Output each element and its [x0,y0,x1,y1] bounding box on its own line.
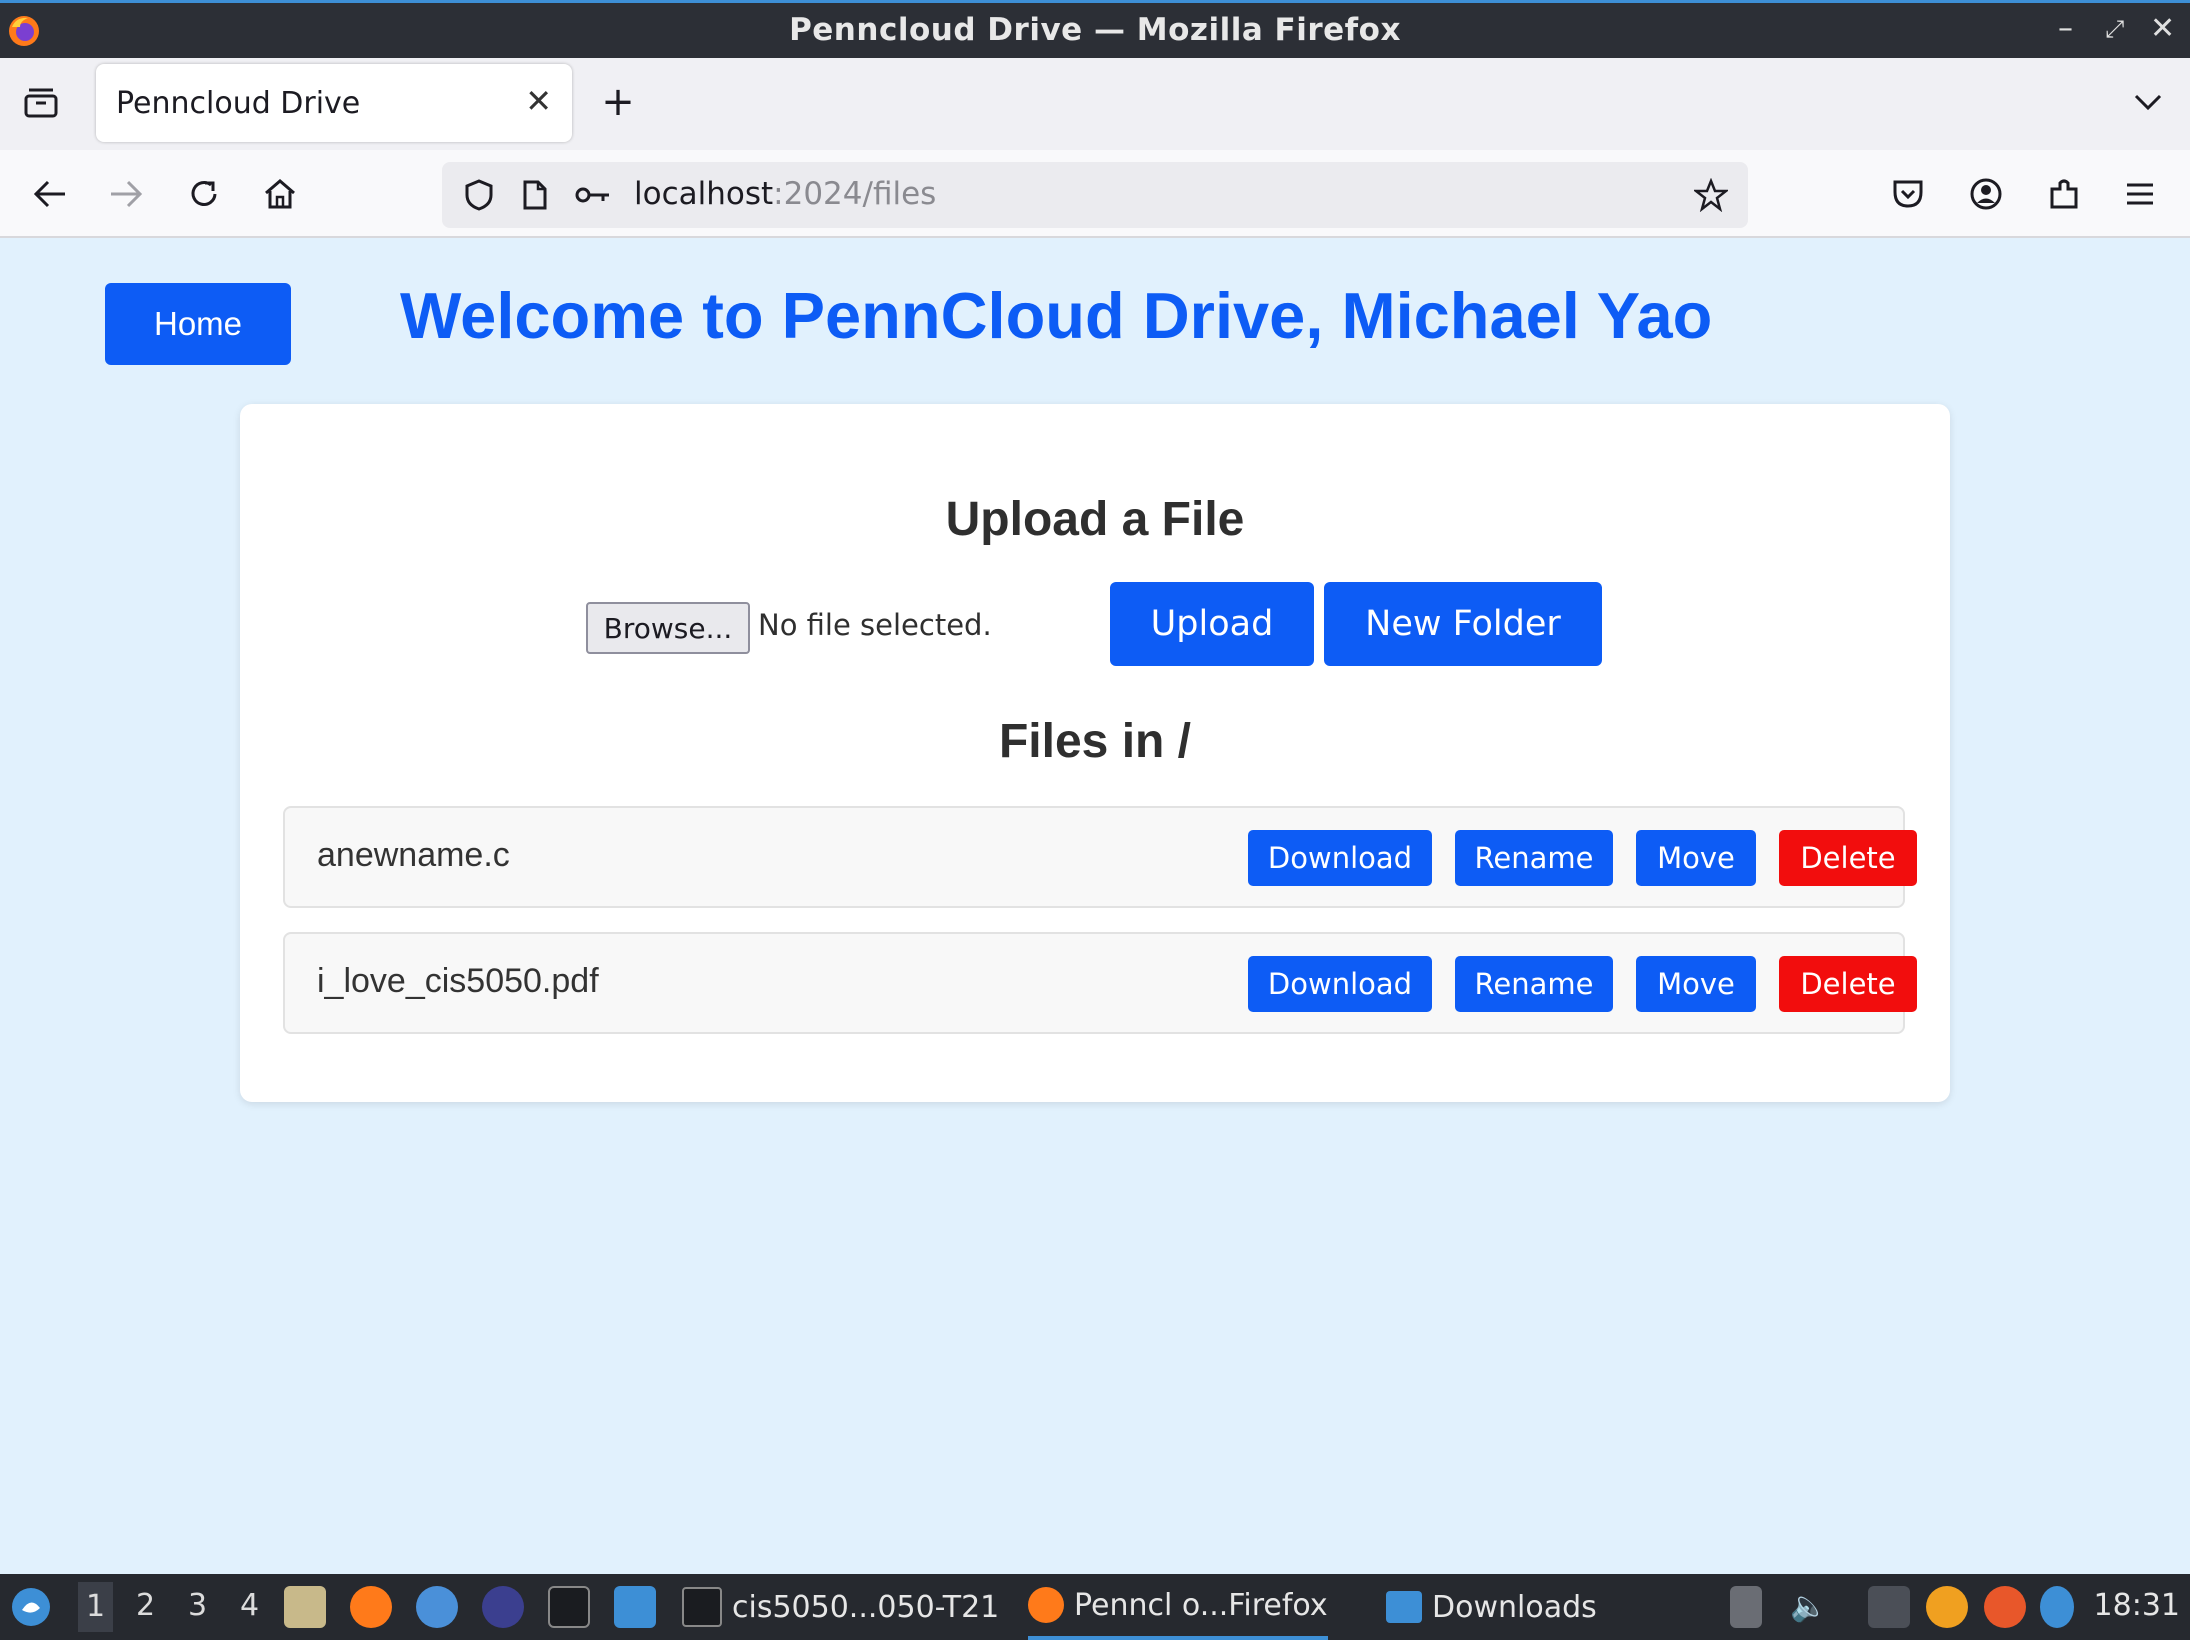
drive-card: Upload a File Browse... No file selected… [240,404,1950,1102]
window-launcher-icon[interactable] [614,1586,656,1628]
clock: 18:31 [2093,1588,2180,1623]
files-heading: Files in / [998,715,1192,768]
terminal-launcher-icon[interactable] [548,1586,590,1628]
file-row: anewname.c Download Rename Move Delete [283,806,1917,908]
task-label: Penncl o...Firefox [1074,1587,1328,1623]
file-selection-status: No file selected. [758,608,992,642]
thunderbird-launcher-icon[interactable] [416,1586,458,1628]
file-row: i_love_cis5050.pdf Download Rename Move … [283,932,1917,1034]
task-label: cis5050...050-T21 [732,1589,1000,1625]
tracking-protection-shield-icon[interactable] [458,174,500,216]
delete-button[interactable]: Delete [1779,956,1917,1012]
rename-button[interactable]: Rename [1455,956,1613,1012]
welcome-heading: Welcome to PennCloud Drive, Michael Yao [400,279,1713,352]
address-bar[interactable]: localhost:2024/files [442,162,1748,228]
page-info-icon[interactable] [514,174,556,216]
workspace-4[interactable]: 4 [240,1588,259,1623]
terminal-icon [682,1587,722,1627]
file-name: i_love_cis5050.pdf [317,962,599,1000]
rename-button[interactable]: Rename [1455,830,1613,886]
extensions-icon[interactable] [2042,172,2086,216]
folder-icon [1386,1591,1422,1623]
firefox-launcher-icon[interactable] [350,1586,392,1628]
eclipse-launcher-icon[interactable] [482,1586,524,1628]
workspace-1[interactable]: 1 [78,1582,114,1632]
bookmark-star-icon[interactable] [1690,174,1732,216]
workspace-3[interactable]: 3 [188,1588,207,1623]
home-button[interactable]: Home [105,283,291,365]
move-button[interactable]: Move [1636,956,1756,1012]
delete-button[interactable]: Delete [1779,830,1917,886]
start-menu-icon[interactable] [10,1586,52,1628]
task-terminal[interactable]: cis5050...050-T21 [682,1574,999,1640]
clipboard-tray-icon[interactable] [1730,1586,1762,1628]
task-downloads[interactable]: Downloads [1386,1574,1597,1640]
window-titlebar: Penncloud Drive — Mozilla Firefox – ⤢ ✕ [0,0,2190,58]
url-text: localhost:2024/files [634,176,936,212]
upload-heading: Upload a File [945,493,1245,546]
download-button[interactable]: Download [1248,956,1432,1012]
taskbar: 1 2 3 4 cis5050...050-T21 Penncl o...Fir… [0,1574,2190,1640]
notification-tray-icon[interactable] [2040,1586,2074,1628]
close-tab-icon[interactable]: ✕ [525,82,552,120]
upload-button[interactable]: Upload [1110,582,1314,666]
url-host: localhost [634,176,774,212]
browse-file-button[interactable]: Browse... [586,602,750,654]
back-icon[interactable] [28,172,72,216]
reload-icon[interactable] [182,172,226,216]
tab-title: Penncloud Drive [116,86,361,121]
new-folder-button[interactable]: New Folder [1324,582,1602,666]
new-tab-icon[interactable]: + [598,79,638,125]
update-tray-icon[interactable] [1984,1586,2026,1628]
menu-hamburger-icon[interactable] [2118,172,2162,216]
close-window-icon[interactable]: ✕ [2150,11,2175,46]
workspace-2[interactable]: 2 [136,1588,155,1623]
pocket-icon[interactable] [1886,172,1930,216]
url-path: :2024/files [773,176,937,212]
download-button[interactable]: Download [1248,830,1432,886]
forward-icon[interactable] [104,172,148,216]
tab-penncloud-drive[interactable]: Penncloud Drive ✕ [96,64,572,142]
task-firefox[interactable]: Penncl o...Firefox [1028,1574,1328,1640]
navigation-bar: localhost:2024/files [0,150,2190,238]
task-label: Downloads [1432,1589,1597,1625]
window-title: Penncloud Drive — Mozilla Firefox [789,12,1401,48]
file-name: anewname.c [317,836,510,874]
network-tray-icon[interactable] [1926,1586,1968,1628]
volume-icon[interactable]: 🔈 [1790,1586,1827,1628]
account-icon[interactable] [1964,172,2008,216]
move-button[interactable]: Move [1636,830,1756,886]
tab-strip: Penncloud Drive ✕ + [0,58,2190,150]
minimize-icon[interactable]: – [2058,11,2073,46]
file-manager-launcher-icon[interactable] [284,1586,326,1628]
home-icon[interactable] [258,172,302,216]
list-all-tabs-icon[interactable] [2128,82,2168,122]
key-icon[interactable] [572,174,614,216]
display-tray-icon[interactable] [1868,1586,1910,1628]
firefox-view-icon[interactable] [18,80,64,126]
restore-icon[interactable]: ⤢ [2105,15,2124,43]
firefox-icon [1028,1587,1064,1623]
